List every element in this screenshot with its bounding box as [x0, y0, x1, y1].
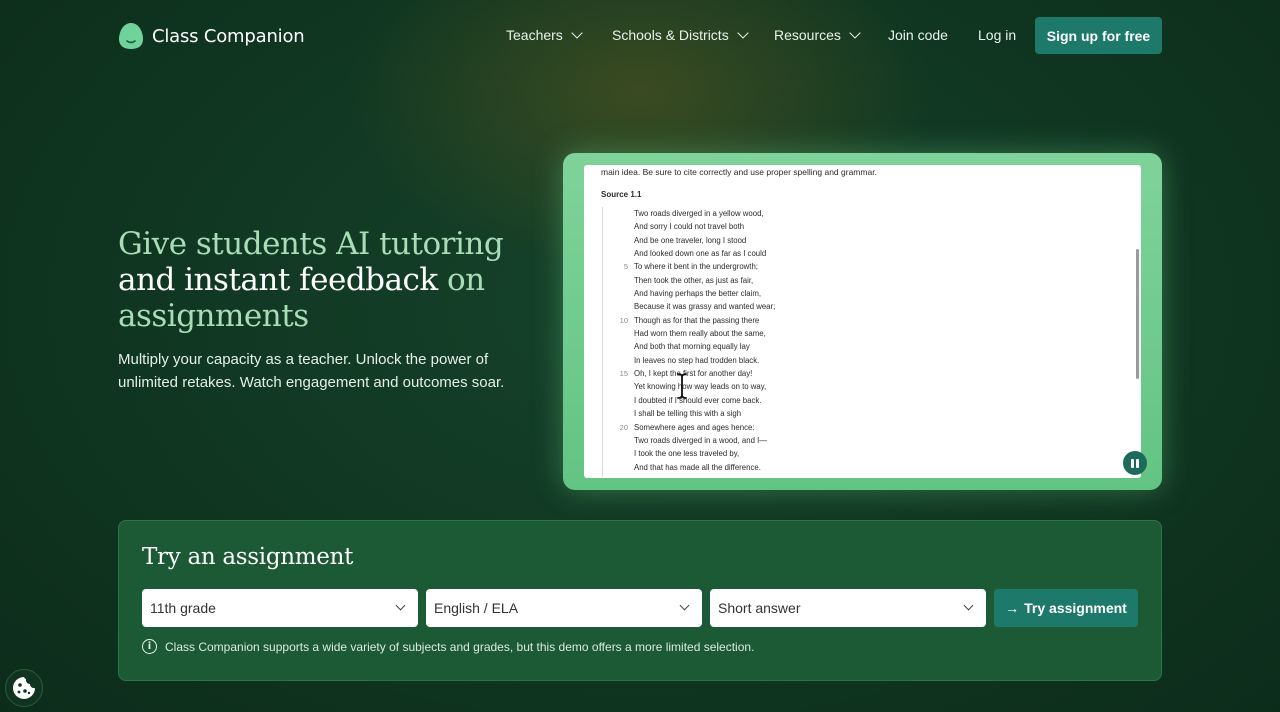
poem-line-text: Somewhere ages and ages hence: — [634, 422, 755, 432]
nav-join-code-label: Join code — [888, 27, 948, 43]
poem-line-text: Oh, I kept the first for another day! — [634, 369, 753, 379]
top-navigation: Class Companion Teachers Schools & Distr… — [0, 0, 1280, 72]
line-number: 10 — [619, 315, 628, 325]
poem-line: I doubted if I should ever come back. — [634, 394, 775, 407]
poem-line: I took the one less traveled by, — [634, 447, 775, 460]
poem-line: 5 To where it bent in the undergrowth; — [624, 260, 775, 273]
text-cursor-icon — [677, 373, 687, 399]
poem-line-text: Because it was grassy and wanted wear; — [634, 302, 776, 312]
question-type-select-value: Short answer — [718, 600, 801, 616]
grade-select[interactable]: 11th grade — [142, 589, 418, 627]
poem-text: Two roads diverged in a yellow wood, And … — [620, 207, 776, 474]
poem-line-text: I shall be telling this with a sigh — [634, 409, 742, 419]
poem-line-text: And sorry I could not travel both — [634, 222, 745, 232]
hero-title-part1: Give students AI tutoring — [118, 226, 504, 262]
demo-info-note: i Class Companion supports a wide variet… — [142, 639, 754, 654]
brand-logo[interactable]: Class Companion — [118, 22, 305, 50]
poem-line: And sorry I could not travel both — [634, 220, 775, 233]
poem-line: Because it was grassy and wanted wear; — [634, 300, 775, 313]
hero-title-highlight: instant feedback — [184, 262, 438, 298]
chevron-down-icon — [737, 26, 749, 39]
pause-icon — [1131, 458, 1134, 468]
poem-line-text: I took the one less traveled by, — [634, 449, 740, 459]
hero-title: Give students AI tutoring and instant fe… — [118, 226, 538, 334]
poem-line: Yet knowing how way leads on to way, — [634, 380, 775, 393]
pause-icon-bar — [1136, 458, 1139, 468]
logo-icon — [118, 22, 144, 50]
line-number: 20 — [619, 422, 628, 432]
nav-teachers[interactable]: Teachers — [506, 26, 583, 43]
question-type-select[interactable]: Short answer — [710, 589, 986, 627]
poem-line: And having perhaps the better claim, — [634, 287, 775, 300]
poem-line: I shall be telling this with a sigh — [634, 407, 775, 420]
try-assignment-button-label: Try assignment — [1024, 600, 1127, 616]
poem-line: And be one traveler, long I stood — [634, 234, 775, 247]
poem-line: Two roads diverged in a yellow wood, — [634, 207, 775, 220]
poem-line-text: In leaves no step had trodden black. — [634, 355, 760, 365]
poem-line: And both that morning equally lay — [634, 340, 775, 353]
poem-line: 20 Somewhere ages and ages hence: — [620, 421, 775, 434]
poem-line-text: I doubted if I should ever come back. — [634, 395, 762, 405]
document-scrollbar[interactable] — [1136, 249, 1139, 379]
nav-teachers-label: Teachers — [506, 27, 563, 43]
subject-select-value: English / ELA — [434, 600, 519, 616]
poem-line-text: Yet knowing how way leads on to way, — [634, 382, 767, 392]
subject-select[interactable]: English / ELA — [426, 589, 702, 627]
line-number: 15 — [619, 369, 628, 379]
poem-line-text: And that has made all the difference. — [634, 462, 761, 472]
arrow-right-icon: → — [1005, 600, 1020, 616]
poem-line-text: Two roads diverged in a yellow wood, — [634, 209, 764, 218]
hero-title-part2: and — [118, 262, 185, 298]
poem-line-text: And having perhaps the better claim, — [634, 289, 761, 299]
nav-login[interactable]: Log in — [978, 27, 1016, 43]
poem-line-text: And looked down one as far as I could — [634, 249, 767, 259]
brand-name: Class Companion — [152, 25, 305, 47]
poem-line-text: Though as for that the passing there — [634, 315, 760, 325]
hero-title-part4: assignments — [118, 298, 309, 334]
nav-resources[interactable]: Resources — [774, 26, 861, 43]
poem-line-text: Two roads diverged in a wood, and I— — [634, 435, 768, 445]
cookie-settings-button[interactable] — [5, 669, 43, 707]
nav-schools-districts[interactable]: Schools & Districts — [612, 26, 749, 43]
demo-info-text: Class Companion supports a wide variety … — [165, 639, 755, 654]
chevron-down-icon — [571, 26, 583, 39]
chevron-down-icon — [395, 600, 406, 611]
hero-subtitle: Multiply your capacity as a teacher. Unl… — [118, 351, 505, 391]
poem-line: 15 Oh, I kept the first for another day! — [620, 367, 775, 380]
line-gutter — [602, 207, 603, 477]
nav-resources-label: Resources — [774, 27, 841, 43]
poem-line-text: Then took the other, as just as fair, — [634, 275, 754, 285]
try-assignment-title: Try an assignment — [142, 544, 354, 570]
pause-button[interactable] — [1123, 451, 1147, 475]
poem-line-text: And both that morning equally lay — [634, 342, 750, 352]
chevron-down-icon — [963, 600, 974, 611]
poem-line-text: And be one traveler, long I stood — [634, 235, 747, 245]
nav-join-code[interactable]: Join code — [888, 27, 948, 43]
nav-login-label: Log in — [978, 27, 1017, 43]
hero-title-part3: on — [437, 262, 485, 298]
poem-line: In leaves no step had trodden black. — [634, 354, 775, 367]
assignment-instructions: main idea. Be sure to cite correctly and… — [601, 167, 877, 177]
cookie-icon — [13, 677, 35, 699]
source-label: Source 1.1 — [601, 190, 642, 199]
grade-select-value: 11th grade — [150, 600, 216, 616]
chevron-down-icon — [849, 26, 861, 39]
assignment-preview-document[interactable]: main idea. Be sure to cite correctly and… — [584, 165, 1141, 478]
chevron-down-icon — [679, 600, 690, 611]
try-assignment-button[interactable]: → Try assignment — [994, 589, 1138, 627]
poem-line-text: To where it bent in the undergrowth; — [634, 262, 758, 272]
nav-schools-label: Schools & Districts — [612, 27, 729, 43]
poem-line: And that has made all the difference. — [634, 461, 775, 474]
poem-line: 10 Though as for that the passing there — [620, 314, 775, 327]
info-icon: i — [142, 639, 157, 654]
poem-line-text: Had worn them really about the same, — [634, 329, 766, 339]
line-number: 5 — [623, 262, 628, 272]
poem-line: Then took the other, as just as fair, — [634, 274, 775, 287]
poem-line: Had worn them really about the same, — [634, 327, 775, 340]
poem-line: And looked down one as far as I could — [634, 247, 775, 260]
poem-line: Two roads diverged in a wood, and I— — [634, 434, 775, 447]
signup-button[interactable]: Sign up for free — [1035, 17, 1162, 54]
